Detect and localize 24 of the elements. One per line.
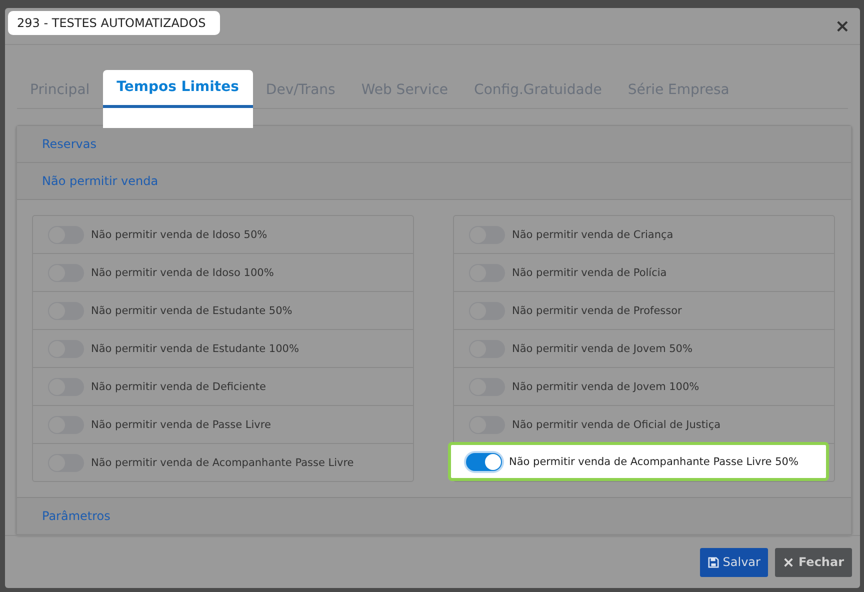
toggle-switch[interactable] bbox=[466, 452, 502, 471]
tab[interactable]: Tempos Limites bbox=[102, 70, 253, 128]
save-button[interactable]: Salvar bbox=[700, 548, 768, 577]
option-label: Não permitir venda de Jovem 50% bbox=[512, 342, 692, 355]
option-label: Não permitir venda de Deficiente bbox=[91, 380, 266, 393]
close-button[interactable]: × bbox=[830, 16, 854, 37]
option-label: Não permitir venda de Estudante 50% bbox=[91, 304, 292, 317]
section-header[interactable]: Reservas bbox=[17, 126, 851, 164]
dialog-title: 293 - TESTES AUTOMATIZADOS bbox=[8, 11, 220, 36]
option-label: Não permitir venda de Acompanhante Passe Livre bbox=[91, 456, 354, 469]
option-label: Não permitir venda de Oficial de Justiça bbox=[512, 418, 721, 431]
option-label: Não permitir venda de Polícia bbox=[512, 266, 667, 279]
option-label: Não permitir venda de Acompanhante Passe Livre 50% bbox=[509, 456, 798, 468]
close-button[interactable]: Fechar bbox=[775, 548, 852, 577]
option-label: Não permitir venda de Idoso 50% bbox=[91, 228, 268, 241]
option-label: Não permitir venda de Professor bbox=[512, 304, 682, 317]
option-label: Não permitir venda de Jovem 100% bbox=[512, 380, 700, 393]
option-label: Não permitir venda de Criança bbox=[512, 228, 674, 241]
option-label: Não permitir venda de Estudante 100% bbox=[91, 342, 299, 355]
close-icon bbox=[783, 556, 794, 568]
section-header[interactable]: Parâmetros bbox=[17, 498, 851, 534]
option-label: Não permitir venda de Idoso 100% bbox=[91, 266, 274, 279]
option-label: Não permitir venda de Passe Livre bbox=[91, 418, 271, 431]
section-header[interactable]: Não permitir venda bbox=[17, 163, 851, 200]
